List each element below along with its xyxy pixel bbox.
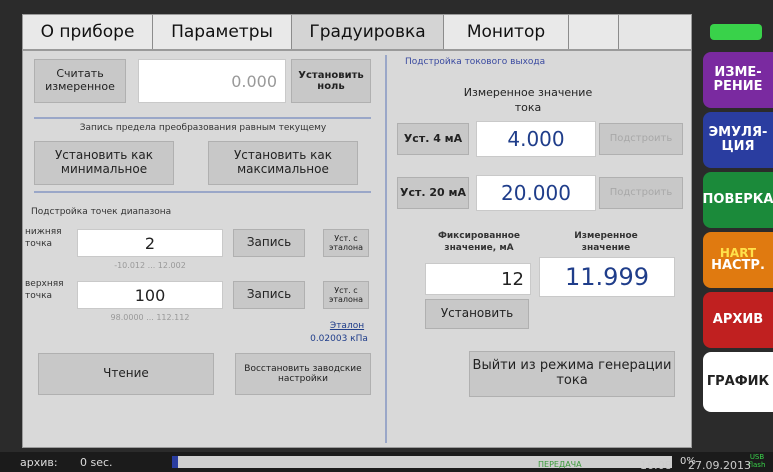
clock-bar: ПЕРЕДАЧА 16:08 27.09.2013 xyxy=(520,458,773,472)
measured-value-field: 0.000 xyxy=(138,59,286,103)
set-20ma-value: 20.000 xyxy=(476,175,596,211)
measured-value-title: Измеренное значение xyxy=(574,231,638,253)
archive-label: архив: xyxy=(20,456,58,469)
clock-date: 27.09.2013 xyxy=(688,459,751,472)
restore-factory-button[interactable]: Восстановить заводские настройки xyxy=(235,353,371,395)
set-zero-button[interactable]: Установить ноль xyxy=(291,59,371,103)
low-point-label: нижняя точка xyxy=(25,227,62,249)
set-as-min-button[interactable]: Установить как минимальное xyxy=(34,141,174,185)
status-text: ПЕРЕДАЧА xyxy=(538,460,582,469)
menu-graph[interactable]: ГРАФИК xyxy=(703,352,773,412)
archive-time: 0 sec. xyxy=(80,456,113,469)
low-write-button[interactable]: Запись xyxy=(233,229,305,257)
app-frame: О приборе Параметры Градуировка Монитор … xyxy=(0,0,773,472)
measured-current-value: 11.999 xyxy=(539,257,675,297)
low-point-input[interactable]: 2 xyxy=(77,229,223,257)
menu-measure[interactable]: ИЗМЕ-РЕНИЕ xyxy=(703,52,773,108)
range-title: Подстройка точек диапазона xyxy=(31,207,172,217)
limit-note: Запись предела преобразования равным тек… xyxy=(79,123,327,133)
read-button[interactable]: Чтение xyxy=(38,353,214,395)
tab-bar: О приборе Параметры Градуировка Монитор xyxy=(22,14,692,50)
high-from-reference-button[interactable]: Уст. с эталона xyxy=(323,281,369,309)
menu-settings[interactable]: HART НАСТР. xyxy=(703,232,773,288)
adjust-4ma-button[interactable]: Подстроить xyxy=(599,123,683,155)
high-point-input[interactable]: 100 xyxy=(77,281,223,309)
adjust-20ma-button[interactable]: Подстроить xyxy=(599,177,683,209)
fixed-current-input[interactable]: 12 xyxy=(425,263,531,295)
set-button[interactable]: Установить xyxy=(425,299,529,329)
tab-about[interactable]: О приборе xyxy=(23,15,153,49)
etalon-value: 0.02003 кПа xyxy=(310,334,368,344)
divider-vertical xyxy=(385,55,387,443)
battery-icon xyxy=(710,24,762,40)
high-write-button[interactable]: Запись xyxy=(233,281,305,309)
low-from-reference-button[interactable]: Уст. с эталона xyxy=(323,229,369,257)
menu-archive[interactable]: АРХИВ xyxy=(703,292,773,348)
divider xyxy=(34,191,371,193)
archive-progress-fill xyxy=(172,456,178,468)
calibration-panel: Считать измеренное 0.000 Установить ноль… xyxy=(22,50,692,448)
set-4ma-button[interactable]: Уст. 4 мА xyxy=(397,123,469,155)
high-point-range: 98.0000 ... 112.112 xyxy=(110,313,190,322)
read-measured-button[interactable]: Считать измеренное xyxy=(34,59,126,103)
fixed-value-title: Фиксированное значение, мА xyxy=(437,231,521,253)
set-20ma-button[interactable]: Уст. 20 мА xyxy=(397,177,469,209)
menu-emulation[interactable]: ЭМУЛЯ-ЦИЯ xyxy=(703,112,773,168)
set-4ma-value: 4.000 xyxy=(476,121,596,157)
measured-current-title: Измеренное значение тока xyxy=(463,86,593,115)
menu-settings-label: НАСТР. xyxy=(711,258,765,274)
tab-parameters[interactable]: Параметры xyxy=(153,15,292,49)
low-point-range: -10.012 ... 12.002 xyxy=(114,261,186,270)
current-output-title: Подстройка токового выхода xyxy=(405,57,546,67)
tab-empty-1 xyxy=(569,15,619,49)
tab-monitor[interactable]: Монитор xyxy=(444,15,569,49)
high-point-label: верхняя точка xyxy=(25,279,64,301)
etalon-label: Эталон xyxy=(329,321,365,331)
set-as-max-button[interactable]: Установить как максимальное xyxy=(208,141,358,185)
tab-calibration[interactable]: Градуировка xyxy=(292,15,444,49)
divider xyxy=(34,117,371,119)
clock-time: 16:08 xyxy=(640,459,672,472)
menu-verification[interactable]: ПОВЕРКА xyxy=(703,172,773,228)
exit-generation-button[interactable]: Выйти из режима генерации тока xyxy=(469,351,675,397)
